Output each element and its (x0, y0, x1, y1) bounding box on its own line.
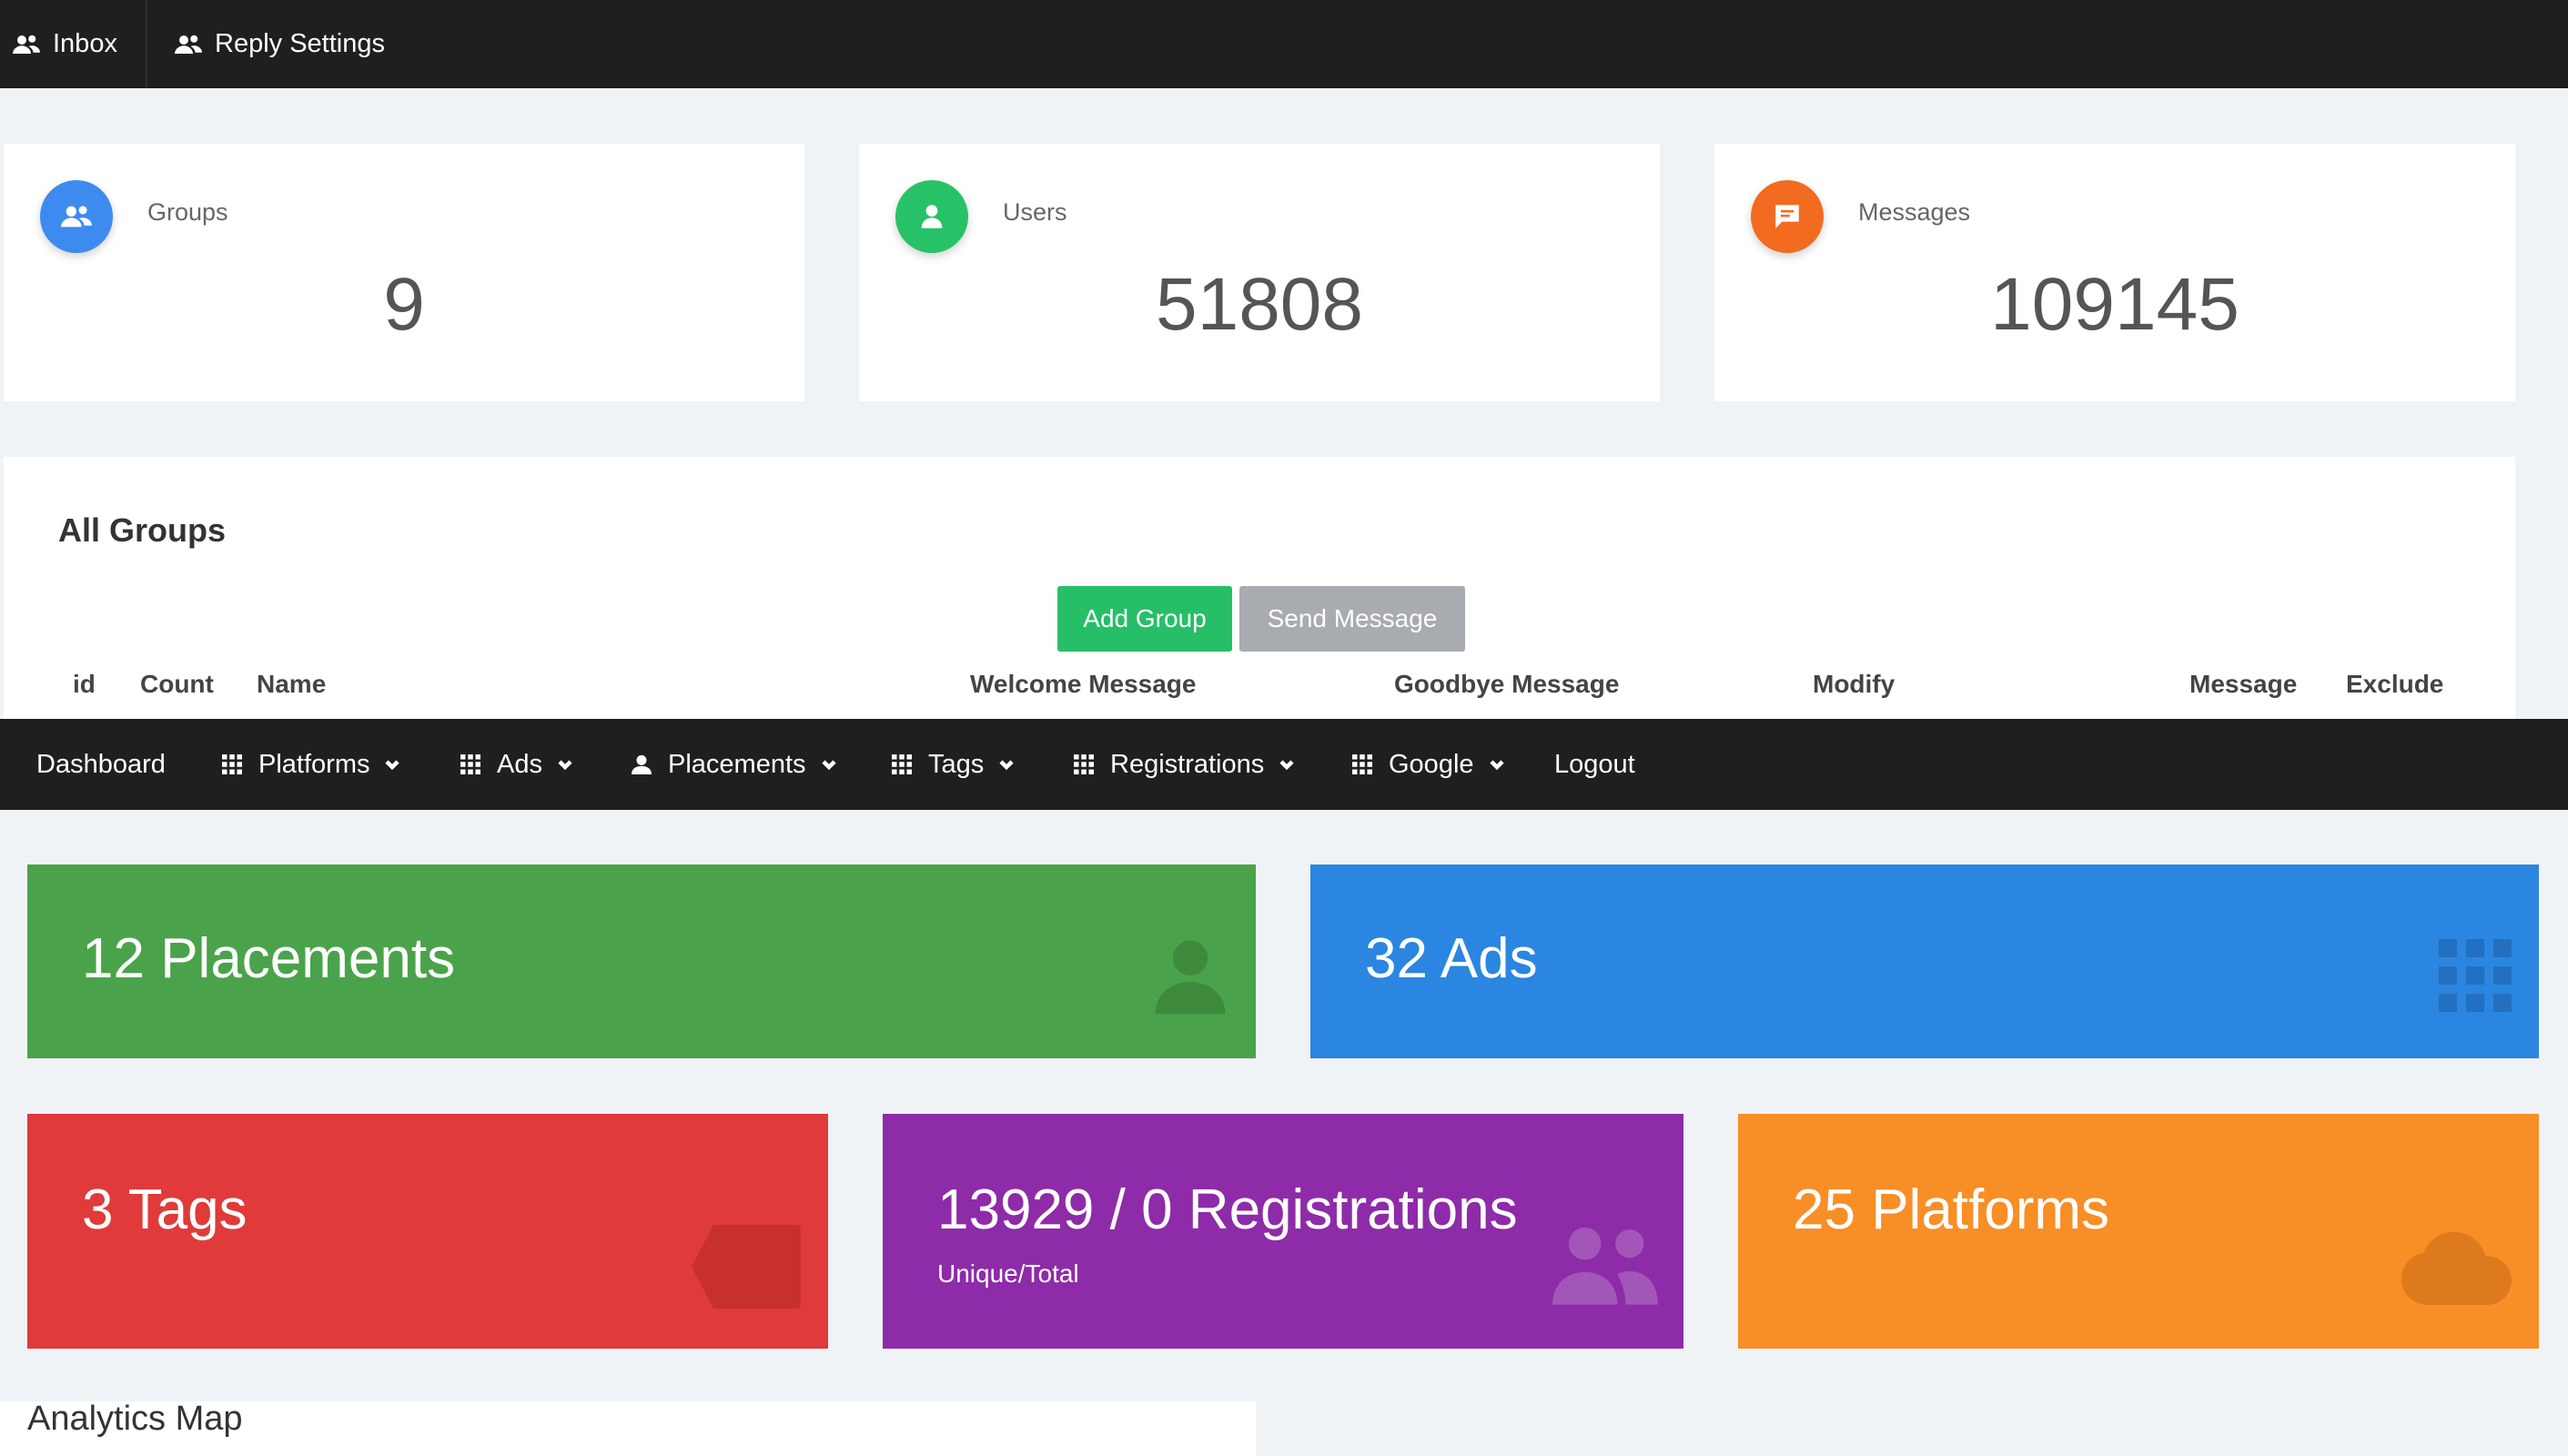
nav-tags[interactable]: Tags (892, 719, 1015, 810)
panel-title: All Groups (58, 511, 227, 549)
nav-registrations-label: Registrations (1110, 749, 1265, 779)
ads-count: 32 Ads (1365, 927, 1538, 990)
grid-icon (222, 754, 242, 774)
stat-card-users: Users 51808 (859, 144, 1660, 401)
column-header-exclude[interactable]: Exclude (2346, 670, 2443, 699)
nav-registrations[interactable]: Registrations (1074, 719, 1295, 810)
placements-count: 12 Placements (82, 927, 456, 990)
grid-icon (2439, 939, 2512, 1012)
tag-icon (692, 1225, 801, 1309)
cloud-icon (2401, 1231, 2512, 1305)
chevron-down-icon (385, 760, 400, 771)
grid-icon (1352, 754, 1372, 774)
topnav-divider (146, 0, 147, 88)
nav-platforms-label: Platforms (258, 749, 370, 779)
nav-placements[interactable]: Placements (632, 719, 837, 810)
nav-ads[interactable]: Ads (460, 719, 573, 810)
topnav-inbox-label: Inbox (53, 29, 117, 58)
stat-label: Messages (1858, 198, 1971, 226)
grid-icon (1074, 754, 1094, 774)
chat-icon (1751, 180, 1824, 253)
placements-box[interactable]: 12 Placements (27, 864, 1256, 1058)
column-header-message[interactable]: Message (2189, 670, 2297, 699)
top-navbar (0, 0, 2568, 88)
nav-dashboard[interactable]: Dashboard (36, 719, 166, 810)
column-header-welcome-message[interactable]: Welcome Message (970, 670, 1197, 699)
column-header-modify[interactable]: Modify (1813, 670, 1895, 699)
users-icon (13, 35, 40, 54)
analytics-map-title: Analytics Map (27, 1400, 243, 1438)
topnav-inbox[interactable]: Inbox (13, 0, 117, 88)
all-groups-panel: All Groups Add Group Send Message id Cou… (4, 457, 2515, 721)
grid-icon (460, 754, 480, 774)
column-header-goodbye-message[interactable]: Goodbye Message (1394, 670, 1619, 699)
column-header-count[interactable]: Count (140, 670, 214, 699)
stat-value: 109145 (1990, 263, 2239, 346)
topnav-reply-settings-label: Reply Settings (215, 29, 385, 58)
nav-dashboard-label: Dashboard (36, 749, 166, 779)
registrations-box[interactable]: 13929 / 0 Registrations Unique/Total (883, 1114, 1683, 1349)
nav-platforms[interactable]: Platforms (222, 719, 400, 810)
platforms-box[interactable]: 25 Platforms (1738, 1114, 2539, 1349)
nav-placements-label: Placements (668, 749, 806, 779)
column-header-name[interactable]: Name (257, 670, 326, 699)
user-icon (895, 180, 968, 253)
registrations-count: 13929 / 0 Registrations (937, 1178, 1518, 1241)
nav-logout[interactable]: Logout (1554, 719, 1635, 810)
person-icon (632, 754, 652, 774)
users-icon (175, 35, 202, 54)
registrations-subtitle: Unique/Total (937, 1259, 1079, 1288)
stat-card-messages: Messages 109145 (1714, 144, 2515, 401)
users-icon (1552, 1227, 1658, 1305)
stat-label: Users (1003, 198, 1067, 226)
stat-value: 51808 (1155, 263, 1364, 346)
chevron-down-icon (1279, 760, 1294, 771)
chevron-down-icon (558, 760, 572, 771)
ads-box[interactable]: 32 Ads (1310, 864, 2539, 1058)
tags-count: 3 Tags (82, 1178, 248, 1241)
platforms-count: 25 Platforms (1793, 1178, 2110, 1241)
grid-icon (892, 754, 912, 774)
stat-card-groups: Groups 9 (4, 144, 804, 401)
tags-box[interactable]: 3 Tags (27, 1114, 828, 1349)
nav-tags-label: Tags (928, 749, 985, 779)
chevron-down-icon (821, 760, 836, 771)
send-message-button[interactable]: Send Message (1239, 586, 1465, 652)
nav-google[interactable]: Google (1352, 719, 1505, 810)
nav-ads-label: Ads (497, 749, 542, 779)
stat-value: 9 (383, 263, 425, 346)
topnav-reply-settings[interactable]: Reply Settings (175, 0, 385, 88)
add-group-button[interactable]: Add Group (1057, 586, 1232, 652)
chevron-down-icon (1489, 760, 1504, 771)
column-header-id[interactable]: id (73, 670, 96, 699)
stat-label: Groups (147, 198, 228, 226)
nav-logout-label: Logout (1554, 749, 1635, 779)
person-icon (1155, 940, 1226, 1014)
chevron-down-icon (999, 760, 1014, 771)
group-icon (40, 180, 113, 253)
nav-google-label: Google (1389, 749, 1474, 779)
